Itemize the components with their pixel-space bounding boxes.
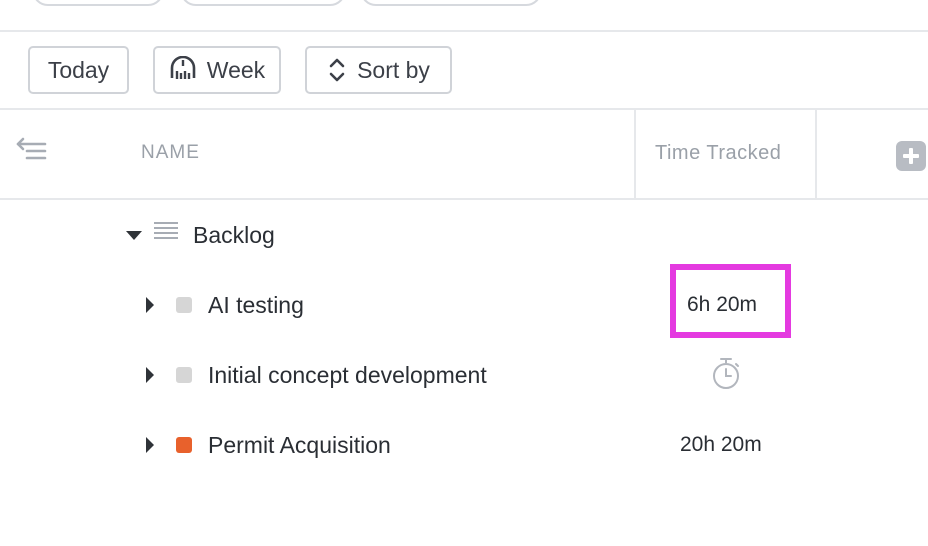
collapse-sidebar-icon[interactable]	[15, 136, 47, 162]
status-indicator[interactable]	[176, 437, 192, 453]
column-separator	[815, 110, 817, 198]
expand-caret-icon[interactable]	[146, 297, 154, 313]
today-label: Today	[47, 56, 110, 83]
calendar-week-icon	[169, 56, 197, 84]
top-filter-pill-1[interactable]	[32, 0, 164, 6]
time-tracked-column-header[interactable]: Time Tracked	[655, 142, 781, 165]
week-button[interactable]: Week	[153, 46, 281, 94]
time-tracking-view: Today Week Sort by NAME Time Tracked Bac…	[0, 0, 928, 546]
time-tracked-value[interactable]: 6h 20m	[687, 293, 757, 317]
add-column-icon[interactable]	[896, 141, 926, 171]
top-divider	[0, 30, 928, 32]
time-tracked-value[interactable]: 20h 20m	[680, 433, 762, 457]
top-filter-pill-3[interactable]	[360, 0, 542, 6]
toolbar-divider	[0, 108, 928, 110]
sort-by-button[interactable]: Sort by	[305, 46, 452, 94]
task-name[interactable]: Permit Acquisition	[208, 432, 391, 459]
group-name[interactable]: Backlog	[193, 222, 275, 249]
name-column-header[interactable]: NAME	[141, 142, 200, 164]
task-name[interactable]: AI testing	[208, 292, 304, 319]
timer-icon[interactable]	[710, 356, 742, 390]
task-name[interactable]: Initial concept development	[208, 362, 487, 389]
column-separator	[634, 110, 636, 198]
top-filter-pill-2[interactable]	[180, 0, 346, 6]
header-divider	[0, 198, 928, 200]
list-icon	[153, 221, 179, 243]
group-collapse-caret-icon[interactable]	[126, 231, 142, 240]
week-label: Week	[206, 56, 266, 83]
status-indicator[interactable]	[176, 297, 192, 313]
status-indicator[interactable]	[176, 367, 192, 383]
sort-chevrons-icon	[327, 56, 347, 84]
today-button[interactable]: Today	[28, 46, 129, 94]
sort-by-label: Sort by	[357, 56, 430, 83]
expand-caret-icon[interactable]	[146, 437, 154, 453]
expand-caret-icon[interactable]	[146, 367, 154, 383]
